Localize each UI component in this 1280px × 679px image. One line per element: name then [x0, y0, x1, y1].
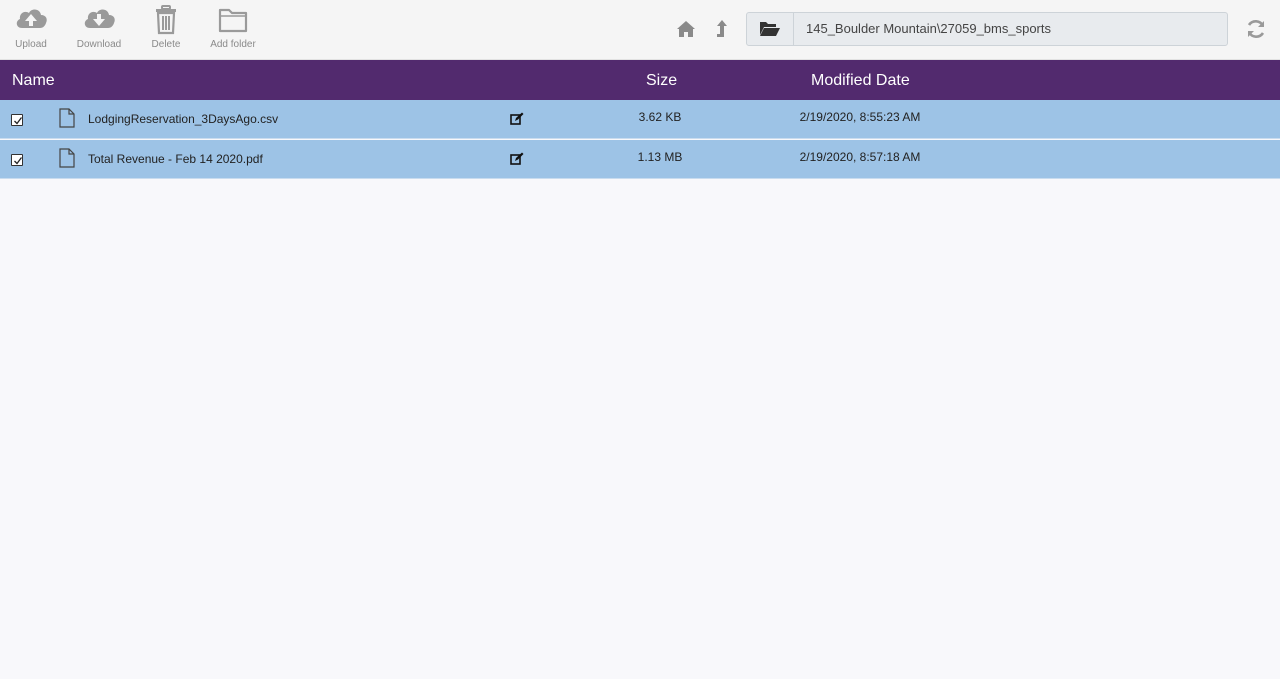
edit-icon[interactable]: [510, 152, 524, 166]
download-label: Download: [76, 39, 122, 50]
toolbar: Upload Download Delete Add folder 145_Bo…: [0, 0, 1280, 60]
folder-icon: [215, 4, 251, 36]
file-name[interactable]: Total Revenue - Feb 14 2020.pdf: [88, 152, 263, 166]
row-checkbox[interactable]: [11, 154, 23, 166]
file-icon: [59, 108, 75, 133]
trash-icon: [148, 4, 184, 36]
cloud-download-icon: [81, 4, 117, 36]
file-name[interactable]: LodgingReservation_3DaysAgo.csv: [88, 112, 278, 126]
upload-label: Upload: [15, 39, 47, 50]
file-modified-date: 2/19/2020, 8:57:18 AM: [799, 150, 921, 164]
checkmark-icon: [14, 157, 23, 165]
folder-open-icon: [760, 22, 780, 36]
add-folder-label: Add folder: [210, 39, 256, 50]
table-row[interactable]: LodgingReservation_3DaysAgo.csv 3.62 KB …: [0, 100, 1280, 139]
file-size: 3.62 KB: [638, 110, 682, 124]
home-icon[interactable]: [674, 17, 698, 41]
current-path[interactable]: 145_Boulder Mountain\27059_bms_sports: [806, 21, 1051, 36]
download-button[interactable]: Download: [64, 2, 134, 56]
add-folder-button[interactable]: Add folder: [198, 2, 268, 56]
level-up-icon[interactable]: [709, 17, 733, 41]
column-header-name[interactable]: Name: [12, 72, 55, 90]
table-header: Name Size Modified Date: [0, 60, 1280, 100]
column-header-modified-date[interactable]: Modified Date: [811, 72, 910, 90]
file-modified-date: 2/19/2020, 8:55:23 AM: [799, 110, 921, 124]
column-header-size[interactable]: Size: [646, 72, 677, 90]
upload-button[interactable]: Upload: [0, 2, 66, 56]
file-icon: [59, 148, 75, 173]
refresh-icon[interactable]: [1244, 17, 1268, 41]
edit-icon[interactable]: [510, 112, 524, 126]
cloud-upload-icon: [13, 4, 49, 36]
delete-button[interactable]: Delete: [131, 2, 201, 56]
checkmark-icon: [14, 117, 23, 125]
table-row[interactable]: Total Revenue - Feb 14 2020.pdf 1.13 MB …: [0, 140, 1280, 179]
row-checkbox[interactable]: [11, 114, 23, 126]
browse-folder-button[interactable]: [747, 13, 794, 45]
path-bar: 145_Boulder Mountain\27059_bms_sports: [746, 12, 1228, 46]
file-size: 1.13 MB: [637, 150, 683, 164]
delete-label: Delete: [151, 39, 181, 50]
